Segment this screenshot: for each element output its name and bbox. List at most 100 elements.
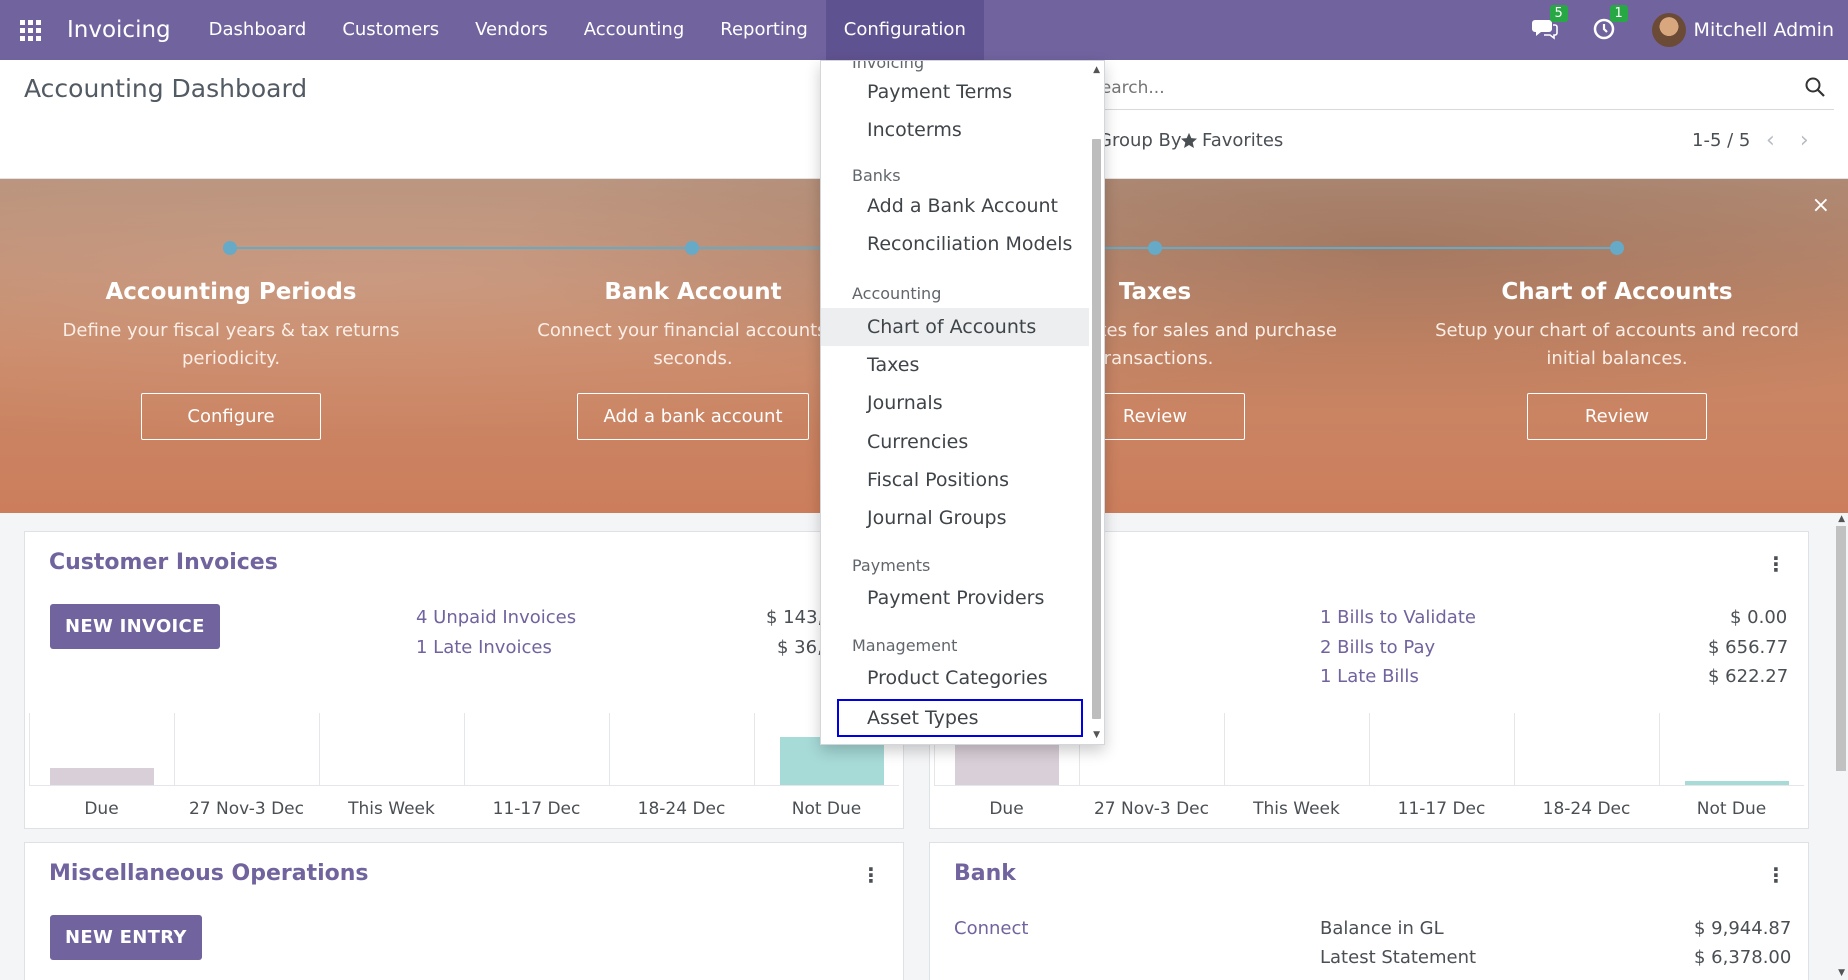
balance-label: Balance in GL [1320, 918, 1444, 939]
menu-item-asset-types[interactable]: Asset Types [837, 699, 1083, 737]
menu-item-journals[interactable]: Journals [821, 384, 1089, 422]
menu-item-payment-providers[interactable]: Payment Providers [821, 579, 1089, 617]
unpaid-invoices-link[interactable]: 4 Unpaid Invoices [416, 607, 576, 628]
step-description: Define your fiscal years & tax returns p… [62, 320, 400, 369]
scroll-up-icon[interactable]: ▲ [1838, 514, 1845, 524]
favorites-label: Favorites [1202, 130, 1284, 151]
graph-label-not-due: Not Due [791, 799, 862, 819]
graph-label-week1: 27 Nov-3 Dec [1093, 799, 1209, 819]
menu-item-taxes[interactable]: Taxes [821, 346, 1089, 384]
step-dot [685, 241, 699, 255]
step-chart-of-accounts: Chart of Accounts Setup your chart of ac… [1427, 279, 1807, 440]
not-due-bar [1685, 781, 1789, 785]
group-by-toggle[interactable]: Group By [1098, 130, 1182, 151]
graph-label-week4: 18-24 Dec [1542, 799, 1631, 819]
card-title[interactable]: Bank [954, 861, 1016, 886]
graph-label-this-week: This Week [1253, 799, 1340, 819]
step-description: Setup your chart of accounts and record … [1435, 320, 1799, 369]
pager-next-icon[interactable]: › [1800, 128, 1809, 153]
pager-value[interactable]: 1-5 / 5 [1692, 130, 1750, 151]
close-icon[interactable]: × [1812, 193, 1830, 218]
bank-connect-link[interactable]: Connect [954, 918, 1028, 939]
configure-button[interactable]: Configure [141, 393, 321, 440]
bills-to-pay-link[interactable]: 2 Bills to Pay [1320, 637, 1435, 658]
scroll-down-icon[interactable]: ▼ [1838, 968, 1845, 978]
menu-item-fiscal-positions[interactable]: Fiscal Positions [821, 461, 1089, 499]
dropdown-scroll-down-icon[interactable]: ▼ [1093, 730, 1100, 740]
graph-label-not-due: Not Due [1696, 799, 1767, 819]
due-bar [955, 743, 1059, 785]
menu-accounting[interactable]: Accounting [566, 0, 703, 60]
menu-vendors[interactable]: Vendors [457, 0, 566, 60]
new-entry-button[interactable]: NEW ENTRY [50, 915, 202, 960]
pager-arrows: ‹ › [1766, 128, 1809, 153]
card-title[interactable]: Miscellaneous Operations [49, 861, 369, 886]
step-accounting-periods: Accounting Periods Define your fiscal ye… [41, 279, 421, 440]
user-avatar[interactable] [1651, 13, 1686, 47]
graph-axis [29, 785, 899, 786]
add-bank-account-button[interactable]: Add a bank account [577, 393, 809, 440]
apps-menu-icon[interactable] [0, 0, 60, 60]
graph-gridline [609, 713, 610, 785]
graph-gridline [319, 713, 320, 785]
graph-gridline [1659, 713, 1660, 785]
graph-gridline [1514, 713, 1515, 785]
dropdown-scroll-up-icon[interactable]: ▲ [1093, 65, 1100, 75]
menu-item-payment-terms[interactable]: Payment Terms [821, 73, 1089, 111]
step-title: Chart of Accounts [1501, 279, 1733, 305]
messages-systray[interactable]: 5 [1531, 5, 1568, 43]
search-icon[interactable] [1804, 76, 1826, 98]
new-invoice-button[interactable]: NEW INVOICE [50, 604, 220, 649]
menu-item-journal-groups[interactable]: Journal Groups [821, 499, 1089, 537]
late-bills-amount: $ 622.27 [1708, 666, 1789, 687]
graph-label-week1: 27 Nov-3 Dec [188, 799, 304, 819]
menu-dashboard[interactable]: Dashboard [191, 0, 325, 60]
kebab-menu-icon[interactable]: ⋮ [1766, 863, 1786, 887]
section-management: Management [852, 636, 958, 655]
favorites-toggle[interactable]: Favorites [1180, 130, 1283, 151]
user-name[interactable]: Mitchell Admin [1694, 19, 1834, 41]
late-bills-link[interactable]: 1 Late Bills [1320, 666, 1419, 687]
menu-item-add-bank-account[interactable]: Add a Bank Account [821, 187, 1089, 225]
late-invoices-link[interactable]: 1 Late Invoices [416, 637, 552, 658]
kebab-menu-icon[interactable]: ⋮ [1766, 552, 1786, 576]
step-dot [1610, 241, 1624, 255]
graph-gridline [464, 713, 465, 785]
graph-gridline [29, 713, 30, 785]
section-payments: Payments [852, 556, 931, 575]
graph-gridline [174, 713, 175, 785]
page-scrollbar[interactable] [1836, 526, 1846, 771]
menu-item-product-categories[interactable]: Product Categories [821, 659, 1089, 697]
graph-label-week3: 11-17 Dec [492, 799, 581, 819]
graph-gridline [1369, 713, 1370, 785]
bills-to-validate-link[interactable]: 1 Bills to Validate [1320, 607, 1476, 628]
activities-systray[interactable]: 1 [1592, 5, 1628, 43]
bank-card: Bank ⋮ Connect Balance in GL $ 9,944.87 … [929, 842, 1809, 980]
search-input[interactable] [1060, 70, 1760, 106]
step-connector [230, 247, 692, 249]
graph-gridline [754, 713, 755, 785]
card-title[interactable]: Customer Invoices [49, 550, 278, 575]
step-dot [223, 241, 237, 255]
kebab-menu-icon[interactable]: ⋮ [861, 863, 881, 887]
customer-invoices-card: Customer Invoices NEW INVOICE 4 Unpaid I… [24, 531, 904, 829]
graph-label-due: Due [84, 799, 119, 819]
review-chart-button[interactable]: Review [1527, 393, 1707, 440]
menu-item-chart-of-accounts[interactable]: Chart of Accounts [821, 308, 1089, 346]
section-banks: Banks [852, 166, 901, 185]
dropdown-scrollbar[interactable] [1092, 139, 1101, 719]
menu-configuration[interactable]: Configuration [825, 0, 984, 60]
app-brand[interactable]: Invoicing [67, 17, 171, 43]
misc-operations-card: Miscellaneous Operations ⋮ NEW ENTRY [24, 842, 904, 980]
menu-item-currencies[interactable]: Currencies [821, 423, 1089, 461]
menu-reporting[interactable]: Reporting [702, 0, 826, 60]
pager-previous-icon[interactable]: ‹ [1766, 128, 1775, 153]
due-bar [50, 768, 154, 785]
step-title: Accounting Periods [105, 279, 357, 305]
menu-item-incoterms[interactable]: Incoterms [821, 111, 1089, 149]
graph-axis [934, 785, 1804, 786]
invoices-graph[interactable]: Due 27 Nov-3 Dec This Week 11-17 Dec 18-… [29, 713, 899, 828]
menu-item-reconciliation-models[interactable]: Reconciliation Models [821, 225, 1089, 263]
menu-customers[interactable]: Customers [324, 0, 457, 60]
graph-gridline [1224, 713, 1225, 785]
